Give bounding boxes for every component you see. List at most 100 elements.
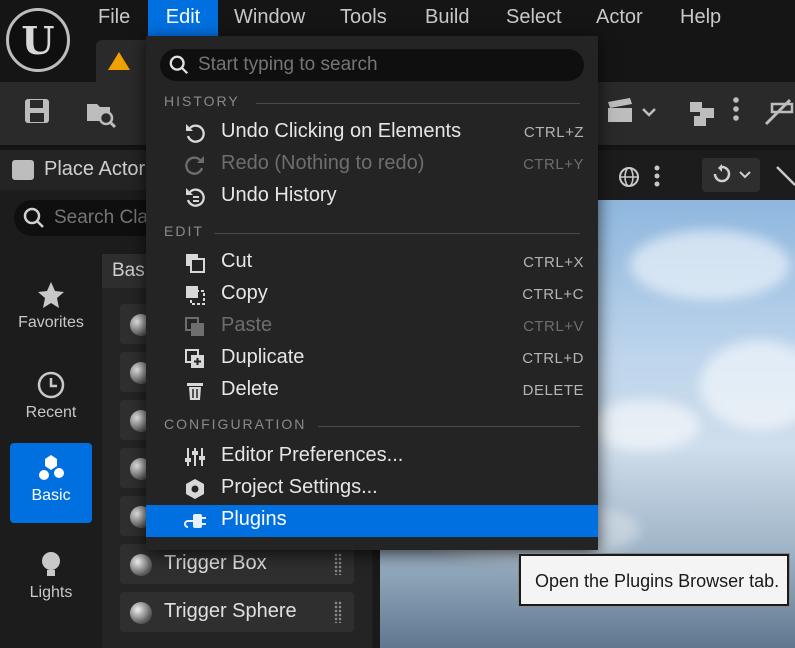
plug-icon — [184, 514, 206, 528]
actor-name: Trigger Box — [164, 552, 267, 574]
clock-icon — [37, 371, 65, 399]
star-icon — [38, 282, 64, 308]
category-label: Favorites — [18, 314, 84, 331]
sky-cloud — [700, 340, 795, 430]
redo-icon — [185, 156, 204, 175]
lightbulb-icon — [42, 552, 60, 576]
menu-item-label: Plugins — [221, 508, 287, 530]
menu-item-shortcut: CTRL+V — [523, 318, 584, 335]
section-title: EDIT — [164, 223, 204, 239]
section-divider — [214, 233, 580, 234]
menu-window[interactable]: Window — [218, 0, 321, 36]
logo-glyph: U — [21, 17, 55, 63]
menu-item-label: Editor Preferences... — [221, 444, 404, 466]
menu-item-paste[interactable]: Paste CTRL+V — [146, 311, 598, 343]
category-favorites[interactable]: Favorites — [10, 270, 92, 350]
place-actors-icon — [12, 160, 34, 180]
save-icon[interactable] — [20, 96, 54, 130]
trigger-box-icon — [130, 554, 152, 576]
list-header-label: Bas — [112, 260, 145, 281]
sky-cloud — [630, 230, 790, 300]
more-options-icon[interactable] — [726, 96, 746, 130]
viewport-toolbar — [598, 150, 795, 200]
menu-item-label: Cut — [221, 250, 253, 272]
menu-item-label: Undo Clicking on Elements — [221, 120, 462, 142]
category-label: Recent — [25, 404, 77, 421]
cinematics-icon[interactable] — [604, 96, 638, 130]
menu-item-label: Copy — [221, 282, 268, 304]
section-divider — [256, 103, 580, 104]
menu-item-label: Undo History — [221, 184, 337, 206]
section-title: CONFIGURATION — [164, 416, 307, 432]
menu-item-editor-preferences[interactable]: Editor Preferences... — [146, 441, 598, 473]
cut-icon — [186, 254, 205, 273]
viewport-options-icon[interactable] — [653, 164, 661, 188]
settings-cube-icon — [186, 479, 204, 499]
section-divider — [318, 426, 580, 427]
menu-help[interactable]: Help — [664, 0, 737, 36]
drag-handle-icon[interactable] — [334, 553, 342, 575]
menu-item-label: Delete — [221, 378, 279, 400]
menu-search-input[interactable] — [198, 52, 568, 78]
category-basic[interactable]: Basic — [10, 443, 92, 523]
menu-item-shortcut: CTRL+Y — [523, 156, 584, 173]
category-more[interactable] — [10, 634, 92, 648]
trigger-sphere-icon — [130, 602, 152, 624]
menu-edit[interactable]: Edit — [148, 0, 218, 36]
unreal-logo-icon[interactable]: U — [6, 8, 70, 72]
browse-content-icon[interactable] — [84, 96, 118, 130]
section-history: HISTORY — [164, 93, 580, 113]
globe-icon[interactable] — [618, 166, 640, 188]
menu-item-label: Redo (Nothing to redo) — [221, 152, 425, 174]
edit-menu-dropdown: HISTORY Undo Clicking on Elements CTRL+Z… — [146, 36, 598, 550]
menu-item-project-settings[interactable]: Project Settings... — [146, 473, 598, 505]
category-lights[interactable]: Lights — [10, 540, 92, 620]
category-recent[interactable]: Recent — [10, 360, 92, 440]
cinematic-icon — [36, 644, 66, 648]
undo-history-icon — [186, 188, 205, 207]
menu-search-box[interactable] — [160, 49, 584, 81]
scale-snap-icon[interactable] — [774, 164, 795, 188]
menu-item-copy[interactable]: Copy CTRL+C — [146, 279, 598, 311]
menu-actor[interactable]: Actor — [580, 0, 659, 36]
menu-item-cut[interactable]: Cut CTRL+X — [146, 247, 598, 279]
undo-icon — [186, 124, 205, 143]
menu-item-plugins[interactable]: Plugins — [146, 505, 598, 537]
menu-item-shortcut: CTRL+X — [523, 254, 584, 271]
menu-item-label: Paste — [221, 314, 273, 336]
settings-toggle-icon[interactable] — [762, 96, 795, 130]
rotate-snap-icon — [713, 164, 731, 183]
section-edit: EDIT — [164, 223, 580, 243]
menu-item-redo[interactable]: Redo (Nothing to redo) CTRL+Y — [146, 149, 598, 181]
drag-handle-icon[interactable] — [334, 601, 342, 623]
menu-tools[interactable]: Tools — [324, 0, 403, 36]
menu-item-delete[interactable]: Delete DELETE — [146, 375, 598, 407]
sky-cloud — [590, 400, 700, 450]
menu-item-undo[interactable]: Undo Clicking on Elements CTRL+Z — [146, 117, 598, 149]
place-actors-title: Place Actor — [44, 158, 146, 180]
menu-item-duplicate[interactable]: Duplicate CTRL+D — [146, 343, 598, 375]
menu-item-shortcut: DELETE — [522, 382, 584, 399]
basic-shapes-icon — [39, 455, 64, 480]
menu-item-shortcut: CTRL+D — [522, 350, 584, 367]
menu-select[interactable]: Select — [490, 0, 578, 36]
search-icon — [169, 55, 189, 75]
chevron-down-icon[interactable] — [636, 96, 662, 130]
category-column: Favorites Recent Basic Lights — [0, 254, 100, 648]
category-label: Basic — [31, 487, 71, 504]
menu-item-shortcut: CTRL+Z — [523, 124, 584, 141]
section-title: HISTORY — [164, 93, 240, 109]
menu-file[interactable]: File — [82, 0, 146, 36]
platforms-icon[interactable] — [686, 96, 720, 130]
snap-toggle[interactable] — [702, 158, 760, 192]
copy-icon — [186, 286, 205, 305]
search-icon — [23, 207, 44, 228]
menu-item-shortcut: CTRL+C — [522, 286, 584, 303]
chevron-down-icon — [739, 171, 751, 179]
actor-row-trigger-box[interactable]: Trigger Box — [120, 544, 354, 584]
actor-name: Trigger Sphere — [164, 600, 297, 622]
menu-item-undo-history[interactable]: Undo History — [146, 181, 598, 213]
actor-row-trigger-sphere[interactable]: Trigger Sphere — [120, 592, 354, 632]
menu-item-label: Duplicate — [221, 346, 305, 368]
menu-build[interactable]: Build — [409, 0, 485, 36]
